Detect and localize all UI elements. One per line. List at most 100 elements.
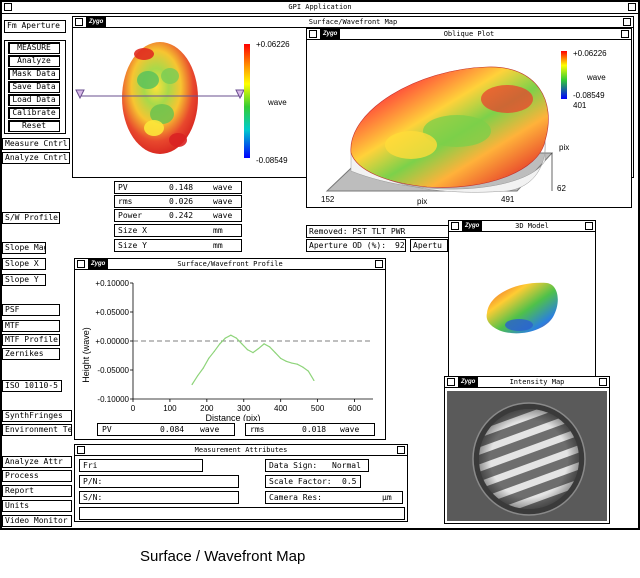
profile-rms-field: rms 0.018 wave xyxy=(245,423,375,436)
profile-pv-field: PV 0.084 wave xyxy=(97,423,235,436)
sidebar-button-slope-x[interactable]: Slope X xyxy=(2,258,46,270)
profile-data-point xyxy=(241,343,243,345)
stat-unit: wave xyxy=(213,183,233,192)
oblique-title: Oblique Plot xyxy=(443,30,495,38)
sidebar-button-save-data[interactable]: Save Data xyxy=(8,81,60,93)
sidebar-button-iso-10110-5[interactable]: ISO 10110-5 xyxy=(2,380,62,392)
serial-number-label: S/N: xyxy=(83,493,103,502)
close-icon[interactable] xyxy=(77,446,85,454)
scale-factor-field[interactable]: Scale Factor: 0.5 xyxy=(265,475,361,488)
date-field[interactable]: Fri xyxy=(79,459,203,472)
y-tick-label: +0.05000 xyxy=(95,308,129,317)
sidebar-button-slope-mag[interactable]: Slope Mag xyxy=(2,242,46,254)
serial-number-field[interactable]: S/N: xyxy=(79,491,239,504)
profile-data-point xyxy=(302,366,304,368)
oblique-scale-max: +0.06226 xyxy=(573,49,607,58)
sidebar-button-analyze[interactable]: Analyze xyxy=(8,55,60,67)
profile-data-point xyxy=(235,337,237,339)
aperture-od-label: Aperture OD (%): xyxy=(309,241,387,250)
surface-map-red-blob-2 xyxy=(169,133,187,147)
model-3d-graphic[interactable] xyxy=(449,233,595,381)
sidebar-button-slope-y[interactable]: Slope Y xyxy=(2,274,46,286)
intensity-titlebar: Zygo Intensity Map xyxy=(445,377,609,388)
date-value: Fri xyxy=(83,461,98,470)
stat-label: rms xyxy=(118,197,133,206)
stat-field-size-x: Size X mm xyxy=(114,224,242,237)
zygo-logo: Zygo xyxy=(458,377,479,387)
stat-unit: wave xyxy=(213,197,233,206)
model-3d-blue-region xyxy=(505,319,533,331)
profile-pv-label: PV xyxy=(102,425,112,434)
model-3d-title: 3D Model xyxy=(515,222,549,230)
sidebar-button-analyze-cntrl[interactable]: Analyze Cntrl xyxy=(2,152,70,164)
sidebar-button-synthfringes[interactable]: SynthFringes xyxy=(2,410,72,422)
window-maximize-icon[interactable] xyxy=(628,3,636,11)
resize-icon[interactable] xyxy=(375,260,383,268)
aperture-extra-field: Apertu xyxy=(410,239,448,252)
stat-field-power: Power 0.242 wave xyxy=(114,209,242,222)
profile-title: Surface/Wavefront Profile xyxy=(177,260,283,268)
sidebar-button-measure[interactable]: MEASURE xyxy=(8,42,60,54)
intensity-map-graphic[interactable] xyxy=(447,391,607,521)
close-icon[interactable] xyxy=(77,260,85,268)
profile-data-point xyxy=(313,379,315,382)
sidebar-button-reset[interactable]: Reset xyxy=(8,120,60,132)
sidebar-button-units[interactable]: Units xyxy=(2,500,72,512)
x-tick-label: 600 xyxy=(348,404,362,413)
sidebar-button-load-data[interactable]: Load Data xyxy=(8,94,60,106)
fm-aperture-button[interactable]: Fm Aperture xyxy=(4,20,66,33)
camera-res-field[interactable]: Camera Res: µm xyxy=(265,491,403,504)
profile-data-point xyxy=(280,357,282,359)
surface-map-red-blob xyxy=(134,48,154,60)
sidebar-button-psf[interactable]: PSF xyxy=(2,304,60,316)
close-icon[interactable] xyxy=(75,18,83,26)
sidebar-button-mtf-profile[interactable]: MTF Profile xyxy=(2,334,60,346)
window-close-icon[interactable] xyxy=(4,3,12,11)
aperture-od-field[interactable]: Aperture OD (%): 92 xyxy=(306,239,406,252)
oblique-yellow-region xyxy=(385,131,437,159)
stat-value: 0.026 xyxy=(169,197,194,206)
cut-line-left-handle[interactable] xyxy=(75,89,85,100)
profile-data-point xyxy=(219,343,221,345)
profile-data-point xyxy=(252,352,254,354)
cut-line-right-handle[interactable] xyxy=(235,89,245,100)
resize-icon[interactable] xyxy=(397,446,405,454)
sidebar-button-process[interactable]: Process xyxy=(2,470,72,482)
oblique-y-label: pix xyxy=(559,143,570,152)
sidebar-button-environment-te[interactable]: Environment Te xyxy=(2,424,72,436)
close-icon[interactable] xyxy=(451,222,459,230)
profile-data-point xyxy=(274,352,276,354)
profile-data-point xyxy=(224,337,226,339)
close-icon[interactable] xyxy=(447,378,455,386)
close-icon[interactable] xyxy=(309,30,317,38)
sidebar-button-mtf[interactable]: MTF xyxy=(2,320,60,332)
sidebar-button-analyze-attr[interactable]: Analyze Attr xyxy=(2,456,72,468)
surface-scale-unit: wave xyxy=(268,98,287,107)
profile-data-point xyxy=(208,357,210,359)
sidebar-button-zernikes[interactable]: Zernikes xyxy=(2,348,60,360)
notes-field[interactable] xyxy=(79,507,405,520)
surface-map-canvas[interactable]: +0.06226 wave -0.08549 xyxy=(74,28,306,176)
profile-data-point xyxy=(197,375,199,377)
stat-label: Size Y xyxy=(118,241,147,250)
profile-data-point xyxy=(230,334,232,336)
stat-field-size-y: Size Y mm xyxy=(114,239,242,252)
sidebar-button-report[interactable]: Report xyxy=(2,485,72,497)
sidebar-button-calibrate[interactable]: Calibrate xyxy=(8,107,60,119)
data-sign-field[interactable]: Data Sign: Normal xyxy=(265,459,369,472)
resize-icon[interactable] xyxy=(599,378,607,386)
stat-unit: mm xyxy=(213,241,223,250)
removed-terms-text: Removed: PST TLT PWR xyxy=(309,227,406,236)
resize-icon[interactable] xyxy=(623,18,631,26)
resize-icon[interactable] xyxy=(585,222,593,230)
sidebar-button-measure-cntrl[interactable]: Measure Cntrl xyxy=(2,138,70,150)
stat-field-pv: PV 0.148 wave xyxy=(114,181,242,194)
x-tick-label: 500 xyxy=(311,404,325,413)
sidebar-button-mask-data[interactable]: Mask Data xyxy=(8,68,60,80)
resize-icon[interactable] xyxy=(621,30,629,38)
part-number-field[interactable]: P/N: xyxy=(79,475,239,488)
sidebar-button-video-monitor[interactable]: Video Monitor xyxy=(2,515,72,527)
sidebar-button-s-w-profile[interactable]: S/W Profile xyxy=(2,212,60,224)
profile-series-line xyxy=(191,334,315,385)
profile-chart[interactable]: +0.10000 +0.05000 +0.00000 -0.05000 -0.10000… xyxy=(75,271,385,421)
